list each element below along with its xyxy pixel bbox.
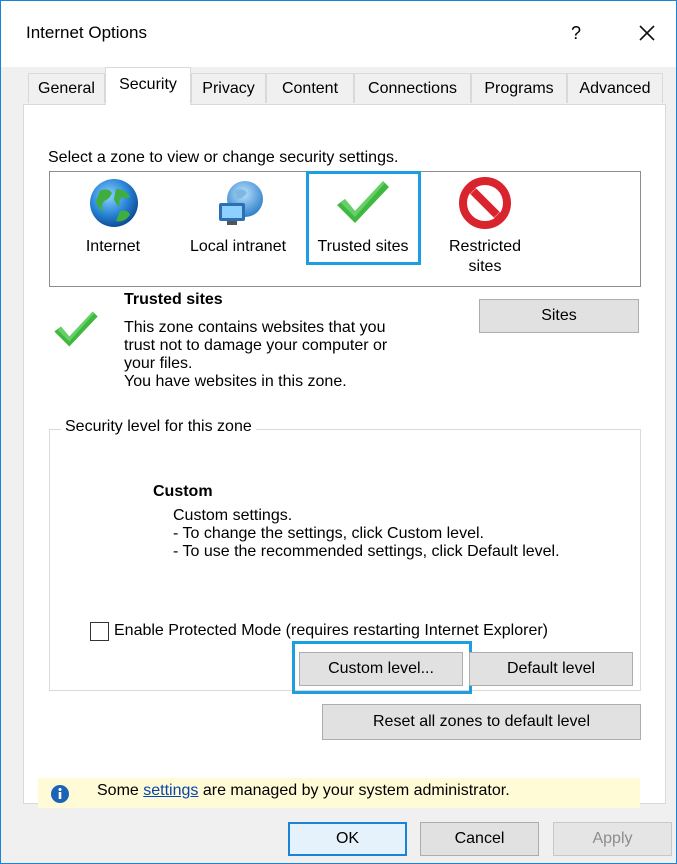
sites-button[interactable]: Sites [479, 299, 639, 333]
zone-local-intranet-label: Local intranet [189, 238, 287, 255]
protected-mode-checkbox[interactable] [90, 622, 109, 641]
settings-link[interactable]: settings [143, 782, 198, 799]
admin-info-suffix: are managed by your system administrator… [198, 782, 510, 799]
zone-restricted-sites-label: Restricted sites [431, 237, 539, 277]
security-level-group-title: Security level for this zone [61, 418, 256, 436]
security-level-description: Custom settings. - To change the setting… [173, 507, 560, 561]
tab-programs[interactable]: Programs [471, 73, 567, 103]
zone-restricted-sites[interactable] [459, 177, 511, 229]
custom-level-button[interactable]: Custom level... [299, 652, 463, 686]
apply-button[interactable]: Apply [553, 822, 672, 856]
admin-info-text: Some settings are managed by your system… [97, 782, 510, 800]
title-bar: Internet Options ? [1, 1, 676, 67]
checkmark-icon [337, 181, 389, 223]
globe-icon [90, 179, 138, 227]
tab-privacy[interactable]: Privacy [191, 73, 266, 103]
security-level-line: Custom settings. [173, 507, 293, 524]
zone-info-line: your files. [124, 355, 193, 372]
zone-prompt: Select a zone to view or change security… [48, 149, 399, 166]
ok-button[interactable]: OK [288, 822, 407, 856]
help-button[interactable]: ? [561, 15, 591, 51]
zone-internet-label: Internet [85, 238, 141, 255]
cancel-button[interactable]: Cancel [420, 822, 539, 856]
admin-info-bar: Some settings are managed by your system… [38, 778, 640, 808]
security-level-name: Custom [153, 483, 213, 500]
zone-local-intranet[interactable] [213, 179, 269, 229]
close-button[interactable] [629, 15, 665, 51]
security-level-line: - To change the settings, click Custom l… [173, 525, 484, 542]
checkmark-icon [54, 311, 98, 347]
zone-trusted-sites[interactable] [333, 177, 393, 227]
tab-general[interactable]: General [28, 73, 105, 103]
window-title: Internet Options [26, 23, 147, 42]
tab-advanced[interactable]: Advanced [567, 73, 663, 103]
tab-security[interactable]: Security [105, 67, 191, 105]
zone-restricted-label-line1: Restricted [448, 238, 522, 255]
zone-info-line: trust not to damage your computer or [124, 337, 388, 354]
admin-info-prefix: Some [97, 782, 144, 799]
zone-info-line: You have websites in this zone. [124, 373, 347, 390]
zone-trusted-sites-label: Trusted sites [317, 238, 409, 255]
tab-connections[interactable]: Connections [354, 73, 471, 103]
zone-restricted-label-line2: sites [468, 258, 502, 275]
zone-info-line: This zone contains websites that you [124, 319, 386, 336]
protected-mode-label[interactable]: Enable Protected Mode (requires restarti… [114, 622, 548, 640]
prohibited-icon [459, 177, 511, 229]
zone-info-description: This zone contains websites that you tru… [124, 319, 387, 391]
zone-info-title: Trusted sites [124, 291, 223, 308]
network-globe-icon [219, 181, 263, 225]
tab-content[interactable]: Content [266, 73, 354, 103]
info-icon [51, 785, 69, 803]
close-icon [639, 25, 655, 41]
zone-info-checkmark [51, 308, 101, 350]
zone-internet[interactable] [86, 177, 144, 229]
default-level-button[interactable]: Default level [469, 652, 633, 686]
security-level-line: - To use the recommended settings, click… [173, 543, 560, 560]
reset-all-zones-button[interactable]: Reset all zones to default level [322, 704, 641, 740]
internet-options-window: Internet Options ? General Security Priv… [0, 0, 677, 864]
